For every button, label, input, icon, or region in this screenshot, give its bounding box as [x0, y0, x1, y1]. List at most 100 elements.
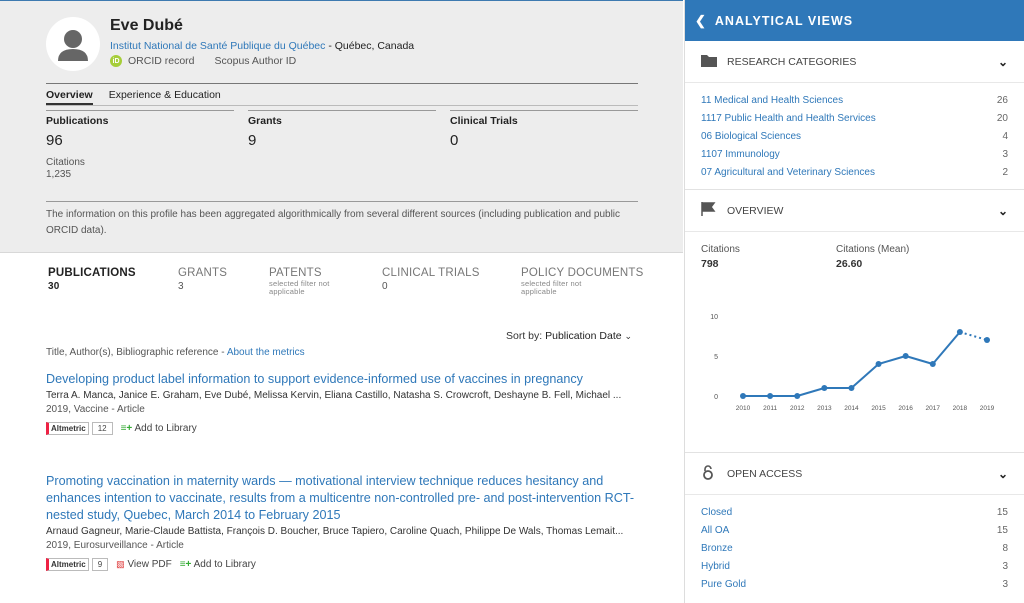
author-ids: iD ORCID record Scopus Author ID: [110, 55, 296, 67]
stat-label: Clinical Trials: [450, 115, 518, 127]
profile-page: Eve Dubé Institut National de Santé Publ…: [0, 0, 683, 603]
category-count: 4: [1002, 130, 1008, 142]
x-tick-label: 2019: [980, 405, 995, 410]
y-tick-label: 0: [714, 394, 718, 401]
chevron-down-icon[interactable]: ⌄: [998, 467, 1008, 481]
stat-publications: Publications 96: [46, 110, 234, 149]
overview-header[interactable]: OVERVIEW ⌄: [685, 190, 1024, 232]
publication-authors: Terra A. Manca, Janice E. Graham, Eve Du…: [46, 390, 622, 401]
x-tick-label: 2011: [763, 405, 777, 410]
data-point: [875, 361, 882, 367]
research-categories-header[interactable]: RESEARCH CATEGORIES ⌄: [685, 41, 1024, 83]
add-to-library-button[interactable]: ≡+ Add to Library: [121, 423, 197, 434]
stat-grants: Grants 9: [248, 110, 436, 149]
chevron-left-icon[interactable]: ❮: [695, 13, 707, 29]
chevron-down-icon[interactable]: ⌄: [998, 204, 1008, 218]
open-access-section: OPEN ACCESS ⌄ Closed 15 All OA 15 Bronze 8 …: [685, 453, 1024, 601]
x-tick-label: 2013: [817, 405, 832, 410]
list-item[interactable]: 07 Agricultural and Veterinary Sciences 2: [701, 163, 1008, 181]
publication-authors: Arnaud Gagneur, Marie-Claude Battista, F…: [46, 526, 624, 537]
metric-value: 798: [701, 258, 719, 270]
tab-overview[interactable]: Overview: [46, 84, 93, 105]
list-item[interactable]: 11 Medical and Health Sciences 26: [701, 91, 1008, 109]
tab-experience-education[interactable]: Experience & Education: [109, 84, 221, 105]
category-label: 07 Agricultural and Veterinary Sciences: [701, 166, 875, 178]
oa-label: Hybrid: [701, 560, 730, 572]
category-count: 2: [1002, 166, 1008, 178]
user-silhouette-icon: [58, 30, 88, 61]
open-access-header[interactable]: OPEN ACCESS ⌄: [685, 453, 1024, 495]
y-tick-label: 5: [714, 354, 718, 361]
series-line-segment: [850, 363, 880, 389]
oa-count: 15: [996, 506, 1008, 518]
altmetric-badge[interactable]: Altmetric 12: [46, 422, 113, 435]
oa-count: 8: [1002, 542, 1008, 554]
profile-header: Eve Dubé Institut National de Santé Publ…: [0, 1, 683, 253]
chevron-down-icon: ⌄: [624, 331, 633, 341]
altmetric-label: Altmetric: [46, 558, 89, 571]
oa-label: All OA: [701, 524, 730, 536]
section-title: RESEARCH CATEGORIES: [727, 55, 857, 68]
category-count: 26: [996, 94, 1008, 106]
add-to-library-icon: ≡+: [120, 423, 133, 434]
publication-title[interactable]: Developing product label information to …: [46, 371, 641, 388]
orcid-record-link[interactable]: ORCID record: [128, 55, 195, 67]
tab-label: PATENTS: [269, 267, 322, 279]
folder-icon: [701, 54, 719, 70]
chevron-down-icon[interactable]: ⌄: [998, 55, 1008, 69]
data-point: [740, 393, 746, 399]
research-categories-list: 11 Medical and Health Sciences 26 1117 Pu…: [685, 83, 1024, 189]
list-item[interactable]: All OA 15: [701, 521, 1008, 539]
tab-clinical-trials[interactable]: CLINICAL TRIALS 0: [382, 267, 480, 292]
stat-value: 0: [450, 132, 459, 149]
add-to-library-button[interactable]: ≡+ Add to Library: [180, 559, 256, 570]
overview-citations-mean: Citations (Mean) 26.60: [836, 244, 971, 270]
x-tick-label: 2018: [953, 405, 968, 410]
list-item[interactable]: 1107 Immunology 3: [701, 145, 1008, 163]
tab-count: 30: [48, 281, 60, 292]
pdf-icon: ▧: [116, 559, 125, 569]
institution-link[interactable]: Institut National de Santé Publique du Q…: [110, 40, 325, 52]
view-pdf-button[interactable]: ▧ View PDF: [116, 559, 172, 570]
add-to-library-label: Add to Library: [193, 559, 256, 570]
panel-title: ANALYTICAL VIEWS: [714, 13, 854, 28]
series-line-segment: [878, 355, 906, 365]
sort-control[interactable]: Sort by: Publication Date ⌄: [506, 330, 632, 342]
affiliation: Institut National de Santé Publique du Q…: [110, 40, 414, 52]
list-item[interactable]: 1117 Public Health and Health Services 20: [701, 109, 1008, 127]
about-metrics-link[interactable]: About the metrics: [227, 347, 305, 358]
publication-title[interactable]: Promoting vaccination in maternity wards…: [46, 473, 641, 524]
list-item[interactable]: Hybrid 3: [701, 557, 1008, 575]
altmetric-badge[interactable]: Altmetric 9: [46, 558, 109, 571]
x-tick-label: 2016: [898, 405, 913, 410]
panel-header[interactable]: ❮ ANALYTICAL VIEWS: [685, 0, 1024, 41]
stat-label: Publications: [46, 115, 109, 127]
tab-publications[interactable]: PUBLICATIONS 30: [48, 267, 136, 292]
research-categories-section: RESEARCH CATEGORIES ⌄ 11 Medical and Hea…: [685, 41, 1024, 190]
list-item[interactable]: Bronze 8: [701, 539, 1008, 557]
data-point: [794, 393, 801, 399]
tab-policy-documents[interactable]: POLICY DOCUMENTS selected filter not app…: [521, 267, 643, 296]
list-item[interactable]: Closed 15: [701, 503, 1008, 521]
tab-note: selected filter not applicable: [269, 279, 330, 296]
orcid-icon: iD: [110, 55, 122, 67]
oa-count: 3: [1002, 560, 1008, 572]
data-point: [984, 337, 990, 343]
x-tick-label: 2017: [926, 405, 941, 410]
reference-text: Title, Author(s), Bibliographic referenc…: [46, 347, 227, 358]
scopus-author-id-link[interactable]: Scopus Author ID: [215, 55, 297, 67]
altmetric-score: 12: [91, 422, 113, 435]
publications-line-chart: 0 5 10 2010 2011 2012 2013 2014 2015 2016 2017 2018…: [710, 314, 995, 438]
tab-label: CLINICAL TRIALS: [382, 267, 480, 279]
tab-grants[interactable]: GRANTS 3: [178, 267, 227, 292]
tab-label: POLICY DOCUMENTS: [521, 267, 644, 279]
metric-label: Citations: [701, 244, 740, 255]
list-item[interactable]: 06 Biological Sciences 4: [701, 127, 1008, 145]
tab-patents[interactable]: PATENTS selected filter not applicable: [269, 267, 359, 296]
stat-value: 96: [46, 132, 63, 149]
list-item[interactable]: Pure Gold 3: [701, 575, 1008, 593]
tab-label: GRANTS: [178, 267, 228, 279]
flag-icon: [701, 202, 719, 219]
oa-label: Closed: [701, 506, 733, 518]
stat-label: Grants: [248, 115, 282, 127]
